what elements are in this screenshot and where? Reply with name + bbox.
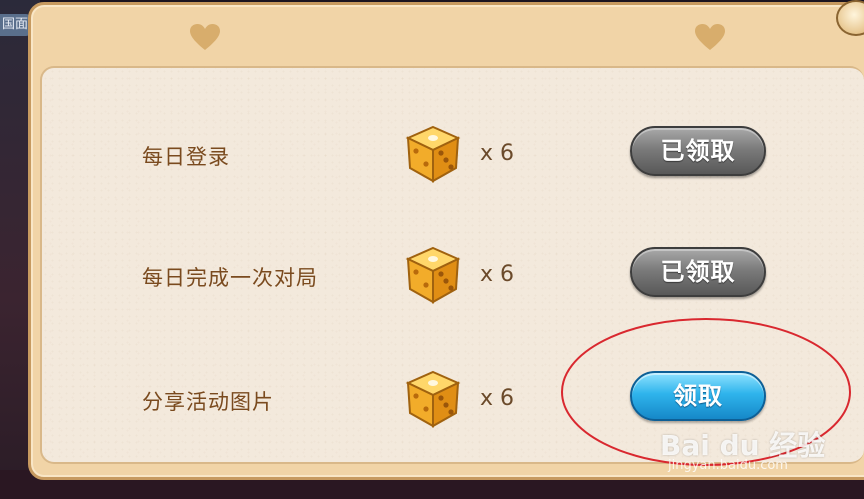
baidu-watermark: Bai du 经验 jingyan.baidu.com [660,424,860,476]
dice-icon [404,369,462,429]
claimed-button[interactable]: 已领取 [630,126,766,176]
side-tab[interactable]: 国面 [0,14,30,36]
reward-count: x 6 [480,262,515,287]
reward-count: x 6 [480,141,515,166]
reward-count: x 6 [480,386,515,411]
task-label: 分享活动图片 [142,390,274,414]
task-row: 每日登录 x 6 已领取 [42,114,864,194]
task-label: 每日完成一次对局 [142,266,318,290]
watermark-url: jingyan.baidu.com [668,458,788,473]
claim-button[interactable]: 领取 [630,371,766,421]
claimed-button[interactable]: 已领取 [630,247,766,297]
dice-icon [404,124,462,184]
heart-icon [694,23,726,51]
task-list: 每日登录 x 6 已领取 每日完成一次对局 x 6 已领取 分享活动图片 x 6… [40,66,864,464]
task-label: 每日登录 [142,145,230,169]
heart-icon [189,23,221,51]
task-row: 每日完成一次对局 x 6 已领取 [42,235,864,315]
dice-icon [404,245,462,305]
